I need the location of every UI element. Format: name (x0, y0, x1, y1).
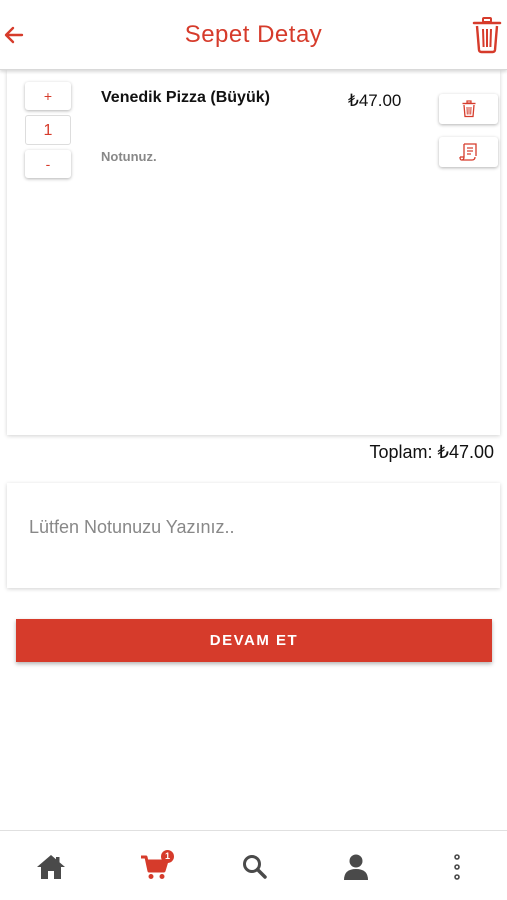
product-name: Venedik Pizza (Büyük) (101, 89, 270, 106)
nav-search[interactable] (237, 851, 273, 883)
cart-item-card: + 1 - Venedik Pizza (Büyük) ₺47.00 Notun… (7, 70, 500, 435)
more-vertical-icon (454, 854, 460, 880)
nav-profile[interactable] (338, 851, 374, 883)
search-icon (243, 855, 267, 879)
trash-icon (462, 100, 475, 118)
receipt-icon (458, 143, 477, 161)
edit-note-button[interactable] (439, 137, 498, 167)
nav-more[interactable] (439, 851, 475, 883)
product-price: ₺47.00 (348, 91, 402, 110)
order-note-input[interactable]: Lütfen Notunuzu Yazınız.. (29, 517, 234, 538)
quantity-increment-button[interactable]: + (25, 82, 71, 110)
quantity-value: 1 (25, 115, 71, 145)
nav-home[interactable] (33, 851, 69, 883)
bottom-navigation: 1 (0, 830, 507, 900)
nav-cart[interactable]: 1 (137, 850, 174, 883)
profile-icon (344, 854, 368, 880)
delete-item-button[interactable] (439, 94, 498, 124)
note-field-card[interactable]: Lütfen Notunuzu Yazınız.. (7, 483, 500, 588)
cart-total: Toplam: ₺47.00 (369, 442, 494, 462)
trash-icon (472, 17, 502, 54)
app-header: Sepet Detay (0, 0, 507, 70)
cart-badge: 1 (161, 850, 174, 863)
continue-button[interactable]: DEVAM ET (16, 619, 492, 662)
quantity-decrement-button[interactable]: - (25, 150, 71, 178)
page-title: Sepet Detay (184, 21, 323, 48)
home-icon (37, 855, 65, 879)
clear-cart-button[interactable] (471, 16, 503, 54)
product-note: Notunuz. (101, 149, 157, 164)
